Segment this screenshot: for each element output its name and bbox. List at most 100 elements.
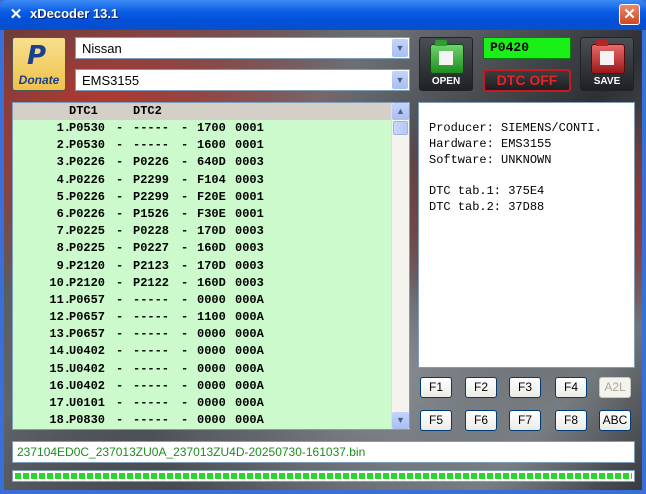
- abc-button[interactable]: ABC: [599, 410, 631, 431]
- row-number: 15.: [49, 361, 71, 376]
- separator: -: [181, 361, 189, 376]
- ecu-select[interactable]: EMS3155 ▼: [75, 69, 410, 91]
- dtc2-cell: P2299: [133, 189, 170, 204]
- dtc1-cell: P0225: [69, 241, 106, 256]
- dtc-row[interactable]: 14. U0402- ----- -0000 000A: [13, 343, 393, 360]
- f3-button[interactable]: F3: [509, 377, 541, 398]
- dtc-row[interactable]: 17. U0101- ----- -0000 000A: [13, 395, 393, 412]
- address-cell: 1700: [197, 121, 226, 135]
- dtc1-cell: P0657: [69, 310, 106, 325]
- scroll-up-icon[interactable]: ▲: [392, 103, 409, 120]
- dtc1-cell: P0657: [69, 327, 106, 342]
- scroll-thumb[interactable]: [393, 121, 408, 135]
- app-icon: ✕: [9, 6, 23, 23]
- title-bar[interactable]: ✕ xDecoder 13.1 ✕: [0, 0, 646, 30]
- dtc-off-button[interactable]: DTC OFF: [483, 69, 571, 92]
- dtc-row[interactable]: 13. P0657- ----- -0000 000A: [13, 326, 393, 343]
- dtc1-cell: P0226: [69, 206, 106, 221]
- separator: -: [116, 292, 124, 307]
- separator: -: [181, 292, 189, 307]
- dtc-row[interactable]: 15. U0402- ----- -0000 000A: [13, 361, 393, 378]
- chevron-down-icon[interactable]: ▼: [392, 71, 408, 89]
- dtc1-cell: U0101: [69, 396, 106, 410]
- separator: -: [116, 206, 124, 221]
- row-number: 13.: [49, 327, 71, 342]
- address-cell: 1600: [197, 138, 226, 153]
- dtc-row[interactable]: 12. P0657- ----- -1100 000A: [13, 309, 393, 326]
- code-cell: 0001: [235, 206, 264, 221]
- address-cell: 170D: [197, 258, 226, 273]
- chevron-down-icon[interactable]: ▼: [392, 39, 408, 57]
- dtc2-cell: P2299: [133, 172, 170, 187]
- f1-button[interactable]: F1: [420, 377, 452, 398]
- dtc1-cell: P0657: [69, 292, 106, 307]
- row-number: 11.: [49, 292, 71, 307]
- dtc-row[interactable]: 1. P0530- ----- -1700 0001: [13, 120, 393, 137]
- folder-open-icon: [430, 40, 464, 74]
- dtc-row[interactable]: 11. P0657- ----- -0000 000A: [13, 292, 393, 309]
- separator: -: [181, 224, 189, 239]
- close-button[interactable]: ✕: [619, 4, 640, 25]
- open-button[interactable]: OPEN: [419, 37, 473, 91]
- f6-button[interactable]: F6: [465, 410, 497, 431]
- address-cell: F104: [197, 172, 226, 187]
- a2l-button[interactable]: A2L: [599, 377, 631, 398]
- f2-button[interactable]: F2: [465, 377, 497, 398]
- dtc-row[interactable]: 16. U0402- ----- -0000 000A: [13, 378, 393, 395]
- dtc2-cell: -----: [133, 310, 170, 325]
- row-number: 12.: [49, 310, 71, 325]
- address-cell: 160D: [197, 275, 226, 290]
- donate-button[interactable]: P Donate: [12, 37, 66, 91]
- dtc-row[interactable]: 4. P0226- P2299- F104 0003: [13, 172, 393, 189]
- separator: -: [181, 378, 189, 393]
- folder-save-icon: [591, 40, 625, 74]
- row-number: 14.: [49, 344, 71, 359]
- separator: -: [116, 224, 124, 239]
- dtc1-cell: U0402: [69, 361, 106, 376]
- address-cell: 1100: [197, 310, 226, 325]
- f8-button[interactable]: F8: [555, 410, 587, 431]
- dtc-row[interactable]: 8. P0225- P0227-160D 0003: [13, 240, 393, 257]
- dtc-row[interactable]: 6. P0226- P1526- F30E 0001: [13, 206, 393, 223]
- dtc2-cell: P2123: [133, 258, 170, 273]
- address-cell: 160D: [197, 241, 226, 256]
- f4-button[interactable]: F4: [555, 377, 587, 398]
- dtc-display: P0420: [483, 37, 571, 59]
- dtc2-cell: -----: [133, 292, 170, 307]
- dtc-list[interactable]: DTC1 DTC2 1. P0530- ----- -1700 0001 2. P0530-…: [12, 102, 410, 430]
- dtc-tab1-text: DTC tab.1: 375E4: [429, 184, 545, 198]
- dtc2-cell: P0228: [133, 224, 170, 239]
- dtc1-cell: P0225: [69, 224, 106, 239]
- separator: -: [181, 138, 189, 153]
- address-cell: 0000: [197, 413, 226, 428]
- scroll-down-icon[interactable]: ▼: [392, 412, 409, 429]
- separator: -: [116, 241, 124, 256]
- dtc-row[interactable]: 5. P0226- P2299- F20E 0001: [13, 189, 393, 206]
- dtc-row[interactable]: 9. P2120- P2123-170D 0003: [13, 258, 393, 275]
- brand-select[interactable]: Nissan ▼: [75, 37, 410, 59]
- dtc-row[interactable]: 18. P0830- ----- -0000 000A: [13, 412, 393, 429]
- dtc-row[interactable]: 10. P2120- P2122-160D 0003: [13, 275, 393, 292]
- separator: -: [116, 396, 124, 410]
- f7-button[interactable]: F7: [509, 410, 541, 431]
- app-window: ✕ xDecoder 13.1 ✕ P Donate Nissan ▼ EMS3…: [0, 0, 646, 494]
- dtc-row[interactable]: 7. P0225- P0228-170D 0003: [13, 223, 393, 240]
- dtc-row[interactable]: 2. P0530- ----- -1600 0001: [13, 137, 393, 154]
- dtc1-cell: P0226: [69, 155, 106, 170]
- ecu-select-value: EMS3155: [82, 73, 140, 88]
- dtc-row[interactable]: 3. P0226- P0226-640D 0003: [13, 154, 393, 171]
- code-cell: 0003: [235, 172, 264, 187]
- dtc2-cell: -----: [133, 121, 170, 135]
- separator: -: [116, 378, 124, 393]
- f5-button[interactable]: F5: [420, 410, 452, 431]
- separator: -: [116, 361, 124, 376]
- code-cell: 000A: [235, 396, 264, 410]
- separator: -: [116, 413, 124, 428]
- dtc-list-header: DTC1 DTC2: [13, 103, 393, 120]
- save-button[interactable]: SAVE: [580, 37, 634, 91]
- row-number: 18.: [49, 413, 71, 428]
- vertical-scrollbar[interactable]: ▲ ▼: [391, 103, 409, 429]
- separator: -: [116, 121, 124, 135]
- dtc1-cell: U0402: [69, 378, 106, 393]
- separator: -: [181, 172, 189, 187]
